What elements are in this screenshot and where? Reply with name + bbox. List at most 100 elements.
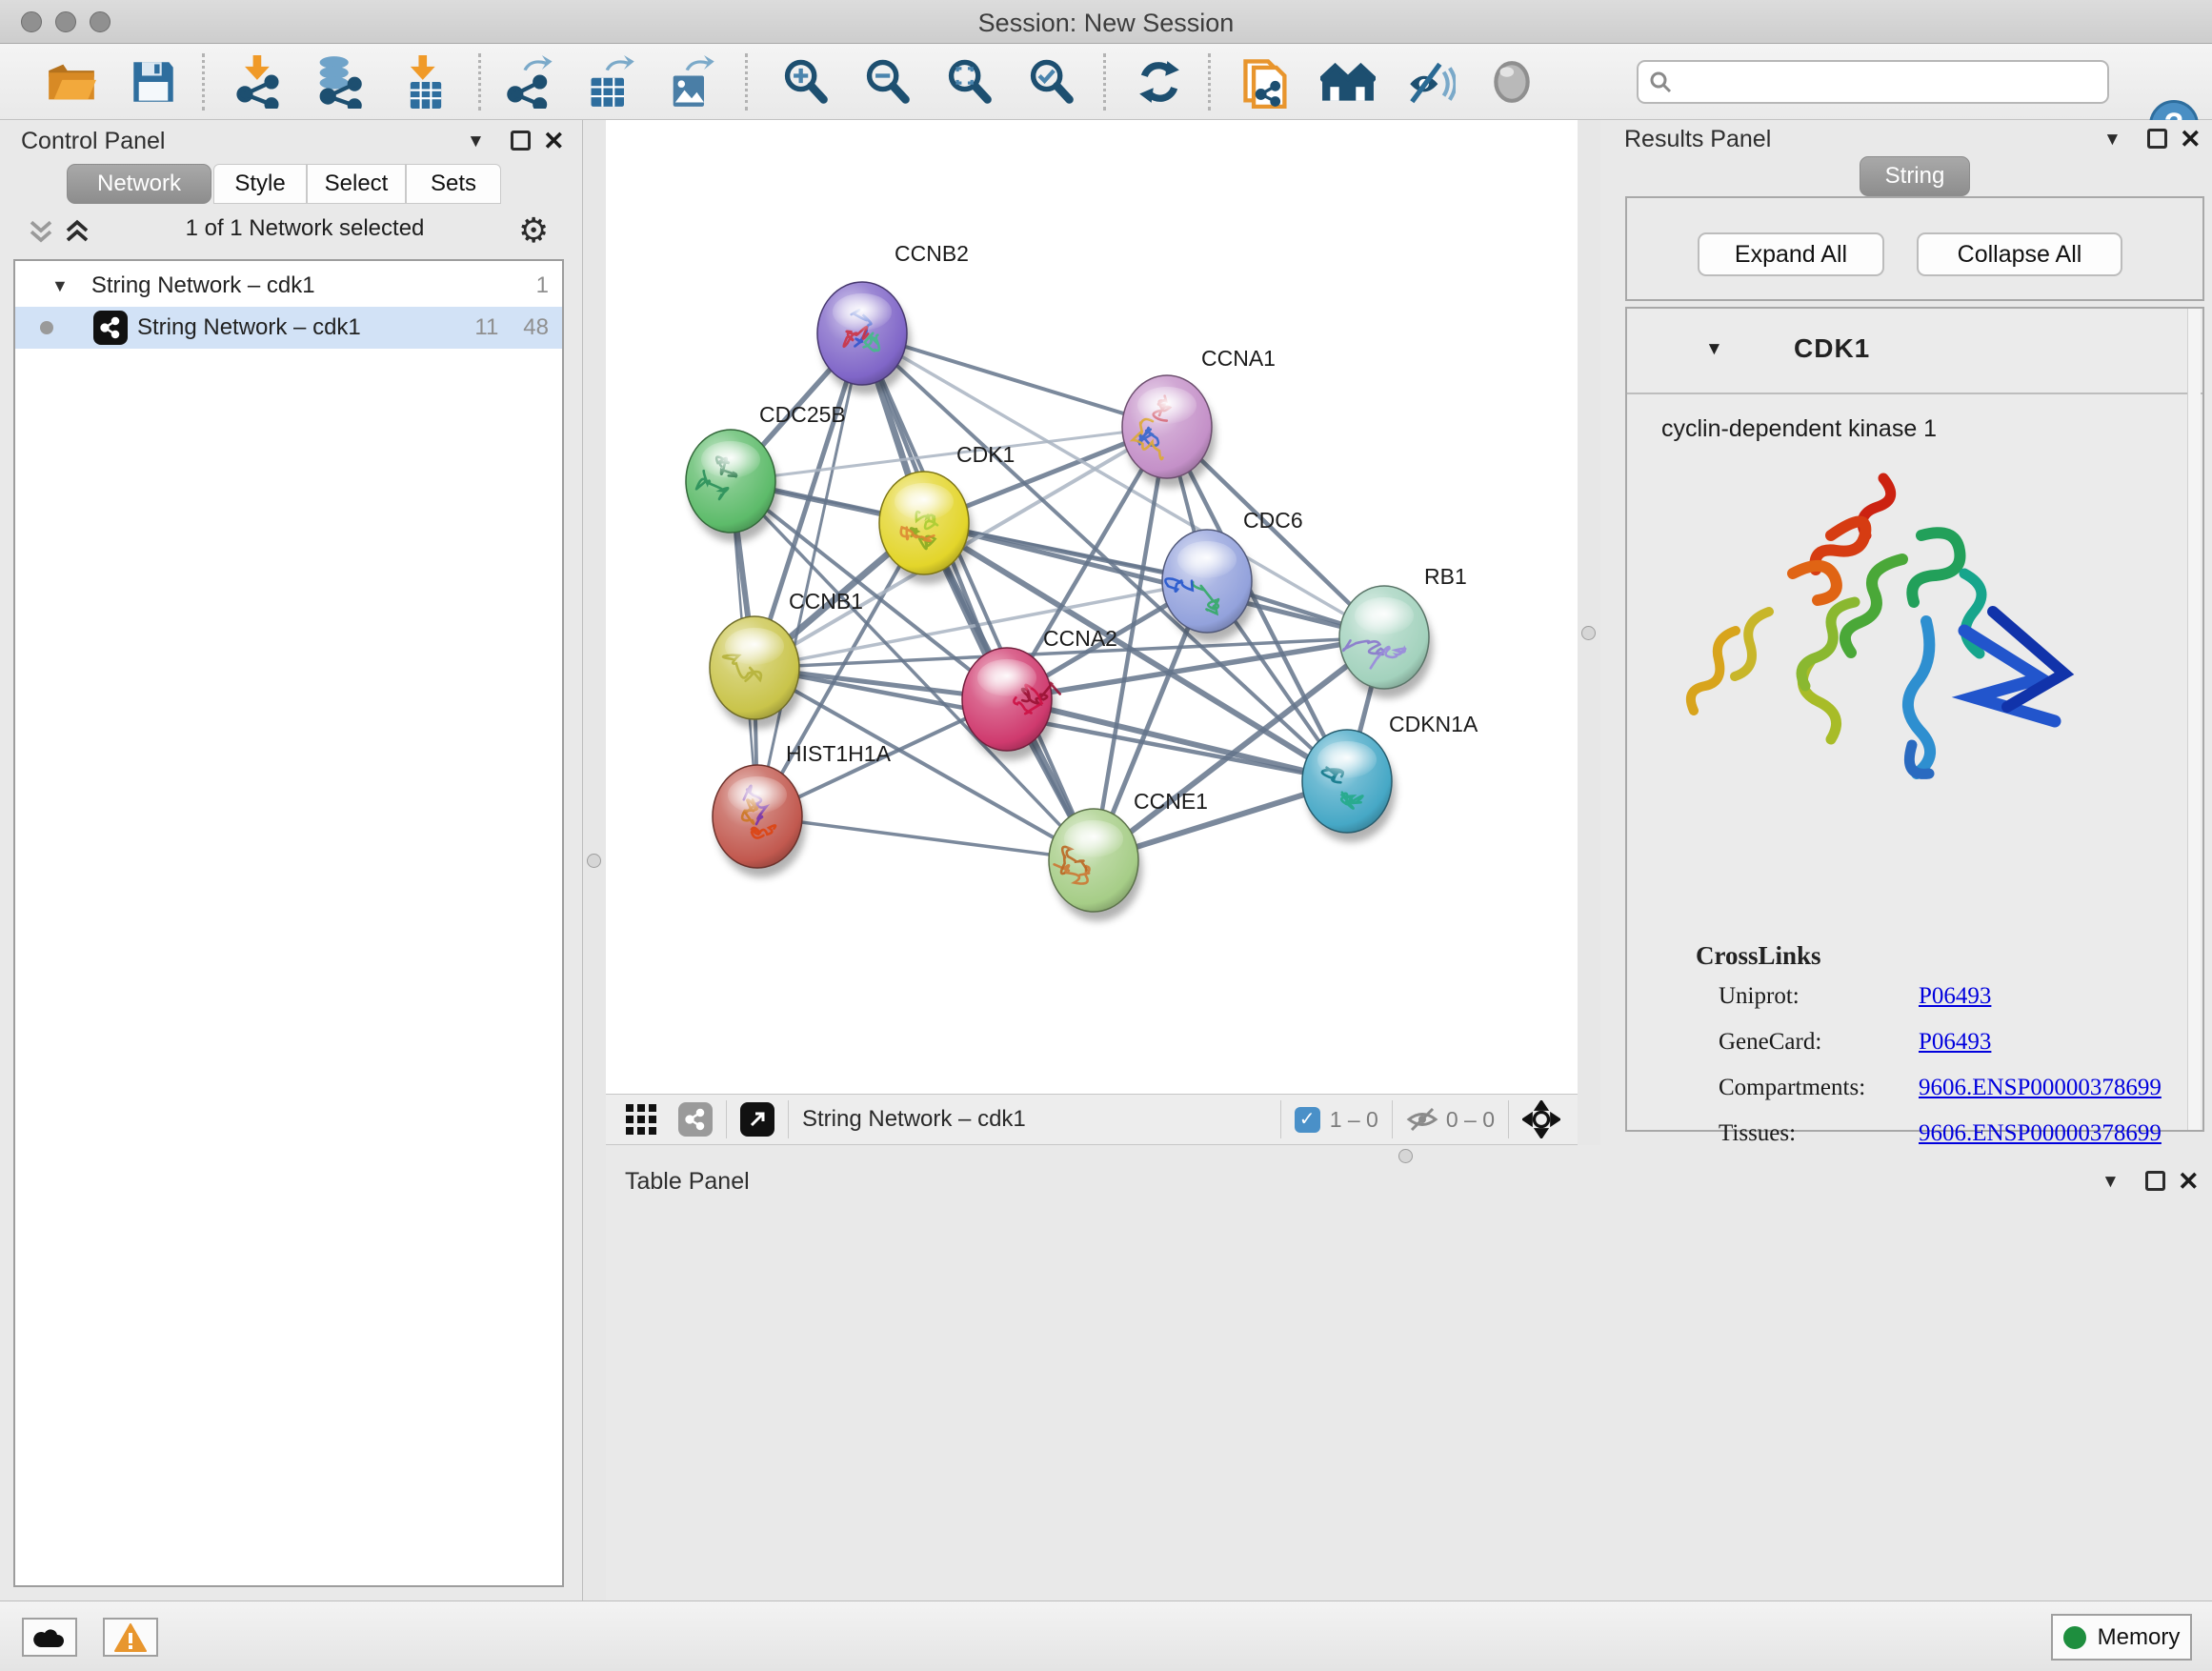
results-panel-close-icon[interactable]: ✕ xyxy=(2180,128,2202,151)
table-panel-close-icon[interactable]: ✕ xyxy=(2178,1170,2200,1193)
tab-string[interactable]: String xyxy=(1860,156,1970,196)
divider xyxy=(1508,1100,1509,1138)
control-panel-float-icon[interactable]: ▼ xyxy=(467,131,485,152)
fit-content-crosshair-icon[interactable] xyxy=(1522,1100,1560,1138)
results-panel-title: Results Panel xyxy=(1624,126,1771,153)
splitter-handle[interactable] xyxy=(1398,1149,1413,1163)
zoom-out-button[interactable] xyxy=(859,54,915,110)
control-panel-maximize-icon[interactable] xyxy=(511,131,531,151)
control-panel-close-icon[interactable]: ✕ xyxy=(543,130,565,152)
node-CCNA2[interactable] xyxy=(962,648,1060,760)
network-view-title: String Network – cdk1 xyxy=(802,1106,1026,1133)
export-image-button[interactable] xyxy=(663,54,718,110)
right-splitter[interactable] xyxy=(1578,120,1600,1145)
expand-all-networks-icon[interactable] xyxy=(63,216,91,245)
node-label-CDKN1A: CDKN1A xyxy=(1389,712,1478,736)
network-row[interactable]: String Network – cdk1 11 48 xyxy=(15,307,562,349)
node-CCNB2[interactable] xyxy=(817,282,911,394)
node-RB1[interactable] xyxy=(1339,586,1433,698)
current-network-dot-icon xyxy=(40,321,53,334)
zoom-fit-button[interactable] xyxy=(941,54,996,110)
crosslink-value-link[interactable]: 9606.ENSP00000378699 xyxy=(1919,1120,2162,1147)
node-CDKN1A[interactable] xyxy=(1302,730,1396,842)
open-in-window-icon[interactable] xyxy=(740,1102,774,1137)
home-button[interactable] xyxy=(1320,54,1376,110)
tab-select[interactable]: Select xyxy=(307,164,406,204)
crosslinks-title: CrossLinks xyxy=(1696,941,1821,971)
crosslink-value-link[interactable]: P06493 xyxy=(1919,983,1991,1010)
node-CCNB1[interactable] xyxy=(710,616,803,729)
tab-style[interactable]: Style xyxy=(213,164,307,204)
network-selection-status: 1 of 1 Network selected xyxy=(114,215,495,242)
show-graphics-details-button[interactable] xyxy=(1484,54,1539,110)
protein-structure-image xyxy=(1679,469,2079,802)
results-buttons-box: Expand All Collapse All xyxy=(1625,196,2204,301)
tab-network[interactable]: Network xyxy=(67,164,211,204)
network-type-icon[interactable] xyxy=(678,1102,713,1137)
crosslink-value-link[interactable]: P06493 xyxy=(1919,1029,1991,1056)
results-scrollbar[interactable] xyxy=(2187,309,2201,1130)
expand-all-button[interactable]: Expand All xyxy=(1698,232,1884,276)
tab-sets[interactable]: Sets xyxy=(406,164,501,204)
import-table-button[interactable] xyxy=(398,54,453,110)
table-panel-maximize-icon[interactable] xyxy=(2145,1171,2165,1191)
gene-section-header[interactable]: ▼ CDK1 xyxy=(1627,309,2202,394)
selected-checkbox-icon[interactable]: ✓ xyxy=(1295,1107,1320,1133)
node-label-CCNB1: CCNB1 xyxy=(789,589,863,614)
table-panel-float-icon[interactable]: ▼ xyxy=(2101,1172,2120,1193)
export-network-button[interactable] xyxy=(503,54,558,110)
crosslink-row: Tissues:9606.ENSP00000378699 xyxy=(1719,1120,2176,1147)
zoom-selected-button[interactable] xyxy=(1023,54,1078,110)
export-table-button[interactable] xyxy=(583,54,638,110)
node-CDC25B[interactable] xyxy=(686,430,779,542)
toolbar-separator xyxy=(745,53,748,111)
toolbar-separator xyxy=(202,53,205,111)
crosslink-row: Compartments:9606.ENSP00000378699 xyxy=(1719,1075,2176,1101)
zoom-in-button[interactable] xyxy=(777,54,833,110)
left-splitter[interactable] xyxy=(583,120,606,1601)
network-view-toolbar: String Network – cdk1 ✓ 1 – 0 0 – 0 xyxy=(606,1094,1578,1145)
birdseye-grid-icon[interactable] xyxy=(625,1103,657,1136)
section-caret-icon[interactable]: ▼ xyxy=(1705,339,1723,360)
import-table-icon xyxy=(402,55,450,109)
node-HIST1H1A[interactable] xyxy=(713,765,806,877)
edge-CDK1-RB1[interactable] xyxy=(924,523,1384,637)
node-CDK1[interactable] xyxy=(879,472,973,584)
hidden-counts: 0 – 0 xyxy=(1446,1107,1495,1133)
cloud-status-button[interactable] xyxy=(22,1618,77,1657)
open-session-button[interactable] xyxy=(44,54,99,110)
divider xyxy=(1280,1100,1281,1138)
gene-section: ▼ CDK1 cyclin-dependent kinase 1 xyxy=(1625,307,2204,1132)
import-network-from-database-button[interactable] xyxy=(311,54,366,110)
status-bar: Memory xyxy=(0,1601,2212,1671)
network-collection-row[interactable]: ▼ String Network – cdk1 1 xyxy=(15,265,562,307)
zoom-fit-icon xyxy=(944,57,994,107)
gene-symbol: CDK1 xyxy=(1794,333,1870,364)
splitter-handle[interactable] xyxy=(587,854,601,868)
edge-CCNB2-CCNE1[interactable] xyxy=(862,333,1094,860)
import-network-button[interactable] xyxy=(231,54,286,110)
collapse-all-networks-icon[interactable] xyxy=(27,216,55,245)
network-options-gear-icon[interactable]: ⚙ xyxy=(518,211,549,251)
collection-caret-icon[interactable]: ▼ xyxy=(51,276,69,296)
node-CCNA1[interactable] xyxy=(1122,375,1216,488)
collapse-all-button[interactable]: Collapse All xyxy=(1917,232,2122,276)
results-panel-maximize-icon[interactable] xyxy=(2147,129,2167,149)
splitter-handle[interactable] xyxy=(1581,626,1596,640)
node-CCNE1[interactable] xyxy=(1049,809,1142,921)
hide-graphics-details-button[interactable] xyxy=(1402,54,1458,110)
collection-count: 1 xyxy=(536,272,549,299)
first-neighbors-button[interactable] xyxy=(1238,54,1294,110)
divider xyxy=(1392,1100,1393,1138)
warning-status-button[interactable] xyxy=(103,1618,158,1657)
memory-button[interactable]: Memory xyxy=(2051,1614,2192,1661)
results-panel-float-icon[interactable]: ▼ xyxy=(2103,130,2122,151)
save-session-button[interactable] xyxy=(126,54,181,110)
network-canvas[interactable]: CCNB2CCNA1CDC25BCDK1CDC6RB1CCNB1CCNA2CDK… xyxy=(606,120,1578,1094)
table-panel: Table Panel ▼ ✕ ⚙ f(x) shared namenameca… xyxy=(606,1145,2212,1601)
edge-CCNE1-HIST1H1A[interactable] xyxy=(757,816,1094,860)
refresh-view-button[interactable] xyxy=(1132,54,1187,110)
search-input[interactable] xyxy=(1673,69,2082,95)
show-graphics-details-icon xyxy=(1488,58,1536,106)
crosslink-value-link[interactable]: 9606.ENSP00000378699 xyxy=(1919,1075,2162,1101)
